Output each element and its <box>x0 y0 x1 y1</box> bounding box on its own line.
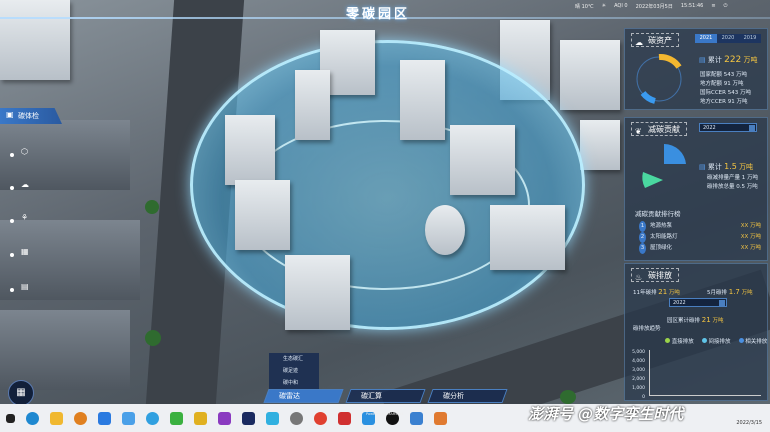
page-title: 零碳园区 <box>346 7 411 22</box>
legend-direct: 直接排放 <box>665 337 694 345</box>
tab-2020[interactable]: 2020 <box>717 34 739 43</box>
assets-total: 222 <box>724 55 742 65</box>
app-icon[interactable] <box>98 411 111 425</box>
report-icon: ▤ <box>21 282 29 291</box>
clipboard-icon: ▣ <box>6 110 14 119</box>
chat-icon[interactable] <box>146 411 159 425</box>
menu-item[interactable]: 碳中和 <box>283 377 319 389</box>
date: 2022年03月5日 <box>635 4 673 10</box>
database-icon: ▤ <box>699 56 706 64</box>
gauge-yellow <box>658 53 682 69</box>
tab-2019[interactable]: 2019 <box>739 34 761 43</box>
watermark: 澎湃号 @数字孪生时代 <box>528 405 684 423</box>
list-item: 地方CCER 91 万吨 <box>700 99 748 105</box>
database-icon: ▤ <box>699 163 706 171</box>
list-item: 碳排放总量 0.5 万吨 <box>707 184 758 190</box>
list-item: 碳减排量产量 1 万吨 <box>707 175 759 181</box>
nav-item-5[interactable]: ▦ <box>0 247 62 263</box>
nav-item-4[interactable]: ⚘ <box>0 213 62 229</box>
cloud-co2-icon: ☁ <box>21 180 29 189</box>
app-icon[interactable] <box>266 411 279 425</box>
year-tabs: 2021 2020 2019 <box>695 34 761 43</box>
edge-icon[interactable] <box>26 411 39 425</box>
app-icon[interactable] <box>290 411 303 425</box>
list-item: 地方配额 91 万吨 <box>700 81 744 87</box>
rank-title: 减碳贡献排行榜 <box>635 210 681 218</box>
time: 15:51:46 <box>680 3 704 9</box>
pr-icon[interactable] <box>242 411 255 425</box>
power-icon[interactable]: ⏻ <box>724 3 728 10</box>
search-app-icon[interactable] <box>74 411 87 425</box>
windows-start-icon[interactable] <box>6 413 15 423</box>
assets-list: 国家配额 543 万吨 地方配额 91 万吨 国际CCER 543 万吨 地方C… <box>700 71 751 107</box>
pie-slice-green <box>642 172 663 188</box>
year-select[interactable]: 2022 <box>699 123 757 132</box>
app-icon[interactable] <box>410 411 423 425</box>
legend-indirect: 间接排放 <box>701 337 731 345</box>
reduction-pie <box>642 144 686 188</box>
folder-icon[interactable] <box>50 411 63 425</box>
nav-item-carbon-checkup[interactable]: ▣ 碳体检 <box>0 108 62 124</box>
sun-icon: ☀ <box>601 3 607 9</box>
trend-title: 碳排放趋势 <box>633 326 661 332</box>
nav-item-2[interactable]: ⬡ <box>0 147 62 163</box>
status-bar: 晴 10℃ ☀ AQI 0 2022年03月5日 15:51:46 ≡ ⏻ <box>575 3 728 10</box>
rank-list: 1 地源热泵 XX 万吨 2 太阳能路灯 XX 万吨 3 屋顶绿化 XX 万吨 <box>639 221 761 254</box>
wind-icon: ⚘ <box>21 213 29 222</box>
carbon-calc-button[interactable]: 碳汇算 <box>345 389 426 403</box>
menu-item[interactable]: 碳足迹 <box>283 365 319 377</box>
carbon-reduction-panel: ❦ 减碳贡献 2022 ▤ 累计 1.5 万吨 碳减排量产量 1 万吨 碳排放总量… <box>624 117 768 261</box>
chart-legend: 直接排放 间接排放 相关排放 <box>665 337 767 345</box>
app-icon[interactable] <box>122 411 135 425</box>
leaf-icon: ❦ <box>635 127 642 136</box>
pie-slice-blue <box>664 144 686 164</box>
rank-item: 3 屋顶绿化 XX 万吨 <box>639 243 761 254</box>
cube-icon: ⬡ <box>21 147 28 156</box>
panel-title: ❦ 减碳贡献 <box>631 122 687 136</box>
apps-icon: ▦ <box>16 387 26 398</box>
powered-by: Powered by MARSGIS <box>366 412 404 416</box>
weather: 晴 10℃ <box>575 4 594 10</box>
carbon-assets-panel: ☁ 碳资产 2021 2020 2019 ▤ 累计 222 万吨 国家配额 543… <box>624 28 768 110</box>
taskbar-date: 2022/3/15 <box>736 420 762 426</box>
panel-title: ☁ 碳资产 <box>631 33 679 47</box>
wechat-icon[interactable] <box>170 411 183 425</box>
nav-item-6[interactable]: ▤ <box>0 282 62 298</box>
list-item: 国际CCER 543 万吨 <box>700 90 751 96</box>
factory-icon: ♨ <box>635 273 643 282</box>
menu-item[interactable]: 生态碳汇 <box>283 353 319 365</box>
bottom-popup-menu: 生态碳汇 碳足迹 碳中和 <box>269 353 319 391</box>
chrome-icon[interactable] <box>314 411 327 425</box>
carbon-emission-panel: ♨ 碳排放 11年碳排 21 万吨 5月碳排 1.7 万吨 2022 园区累计碳排… <box>624 263 768 401</box>
chart-icon: ▦ <box>21 247 29 256</box>
cloud-icon: ☁ <box>635 38 643 47</box>
list-item: 国家配额 543 万吨 <box>700 72 748 78</box>
panel-title: ♨ 碳排放 <box>631 268 679 282</box>
tab-2021[interactable]: 2021 <box>695 34 717 43</box>
rank-item: 1 地源热泵 XX 万吨 <box>639 221 761 232</box>
rank-item: 2 太阳能路灯 XX 万吨 <box>639 232 761 243</box>
trend-chart-axes <box>649 350 761 396</box>
app-icon[interactable] <box>434 411 447 425</box>
maps-icon[interactable] <box>194 411 207 425</box>
command-button[interactable]: ▦ <box>8 380 34 406</box>
legend-related: 相关排放 <box>738 337 767 345</box>
emission-year-select[interactable]: 2022 <box>669 298 727 307</box>
assets-gauge <box>636 53 682 104</box>
nav-item-3[interactable]: ☁ <box>0 180 62 196</box>
app-icon[interactable] <box>338 411 351 425</box>
trend-chart-yaxis: 5,000 4,000 3,000 2,000 1,000 0 <box>632 350 645 400</box>
carbon-radar-button[interactable]: 碳雷达 <box>263 389 344 403</box>
gauge-blue <box>640 91 656 104</box>
reduction-total: 1.5 <box>724 162 737 171</box>
menu-icon[interactable]: ≡ <box>711 3 715 10</box>
onenote-icon[interactable] <box>218 411 231 425</box>
carbon-analysis-button[interactable]: 碳分析 <box>427 389 508 403</box>
aqi: AQI 0 <box>614 3 628 9</box>
